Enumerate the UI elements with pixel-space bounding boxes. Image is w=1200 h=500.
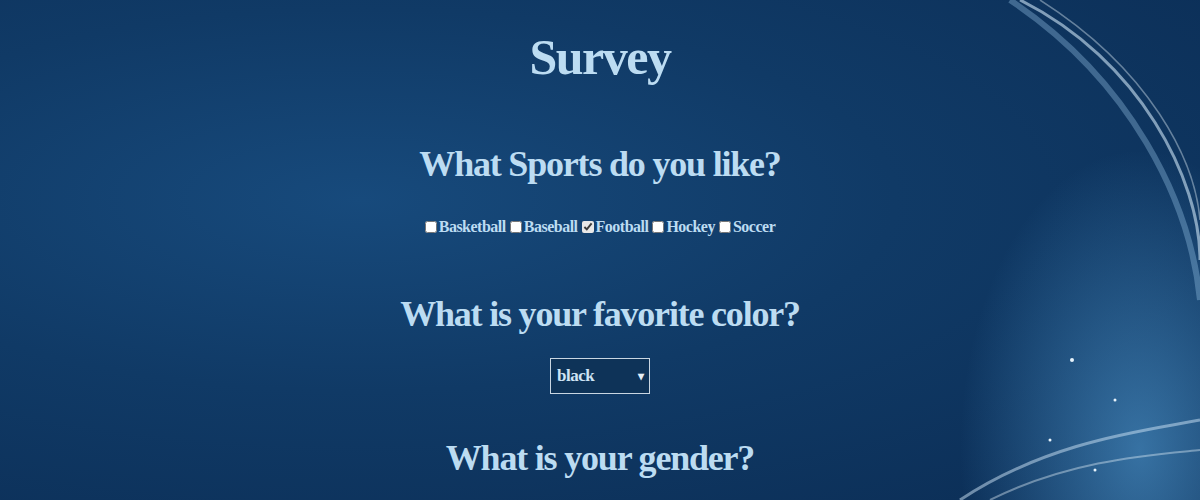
sport-label[interactable]: Basketball bbox=[439, 217, 506, 236]
sports-options: Basketball Baseball Football Hockey Soccer bbox=[0, 217, 1200, 237]
dropdown-arrow-icon[interactable]: ▾ bbox=[638, 367, 644, 385]
sport-option[interactable]: Basketball bbox=[425, 217, 506, 236]
survey-page: Survey What Sports do you like? Basketball… bbox=[0, 0, 1200, 500]
survey-question: What Sports do you like? Basketball Baseba… bbox=[0, 142, 1200, 237]
sport-option[interactable]: Baseball bbox=[510, 217, 578, 236]
survey-title: Survey bbox=[0, 30, 1200, 85]
sport-option[interactable]: Football bbox=[582, 217, 649, 236]
color-dropdown[interactable]: black ▾ bbox=[550, 358, 650, 394]
swirl-decoration-icon bbox=[900, 0, 1200, 500]
sport-option[interactable]: Soccer bbox=[719, 217, 775, 236]
sport-label[interactable]: Hockey bbox=[666, 217, 715, 236]
question-prompt: What Sports do you like? bbox=[0, 142, 1200, 187]
question-prompt: What is your gender? bbox=[0, 436, 1200, 481]
sport-checkbox[interactable] bbox=[652, 221, 664, 233]
sport-option[interactable]: Hockey bbox=[652, 217, 715, 236]
sport-checkbox[interactable] bbox=[425, 221, 437, 233]
sport-checkbox[interactable] bbox=[510, 221, 522, 233]
question-prompt: What is your favorite color? bbox=[0, 292, 1200, 337]
survey-question: What is your gender? bbox=[0, 436, 1200, 481]
dropdown-value[interactable]: black bbox=[557, 363, 594, 389]
sport-label[interactable]: Soccer bbox=[733, 217, 775, 236]
sport-checkbox[interactable] bbox=[719, 221, 731, 233]
sport-label[interactable]: Football bbox=[596, 217, 649, 236]
sport-label[interactable]: Baseball bbox=[524, 217, 578, 236]
sport-checkbox[interactable] bbox=[582, 221, 594, 233]
survey-form: Survey What Sports do you like? Basketball… bbox=[0, 0, 1200, 481]
survey-question: What is your favorite color? black ▾ bbox=[0, 292, 1200, 394]
